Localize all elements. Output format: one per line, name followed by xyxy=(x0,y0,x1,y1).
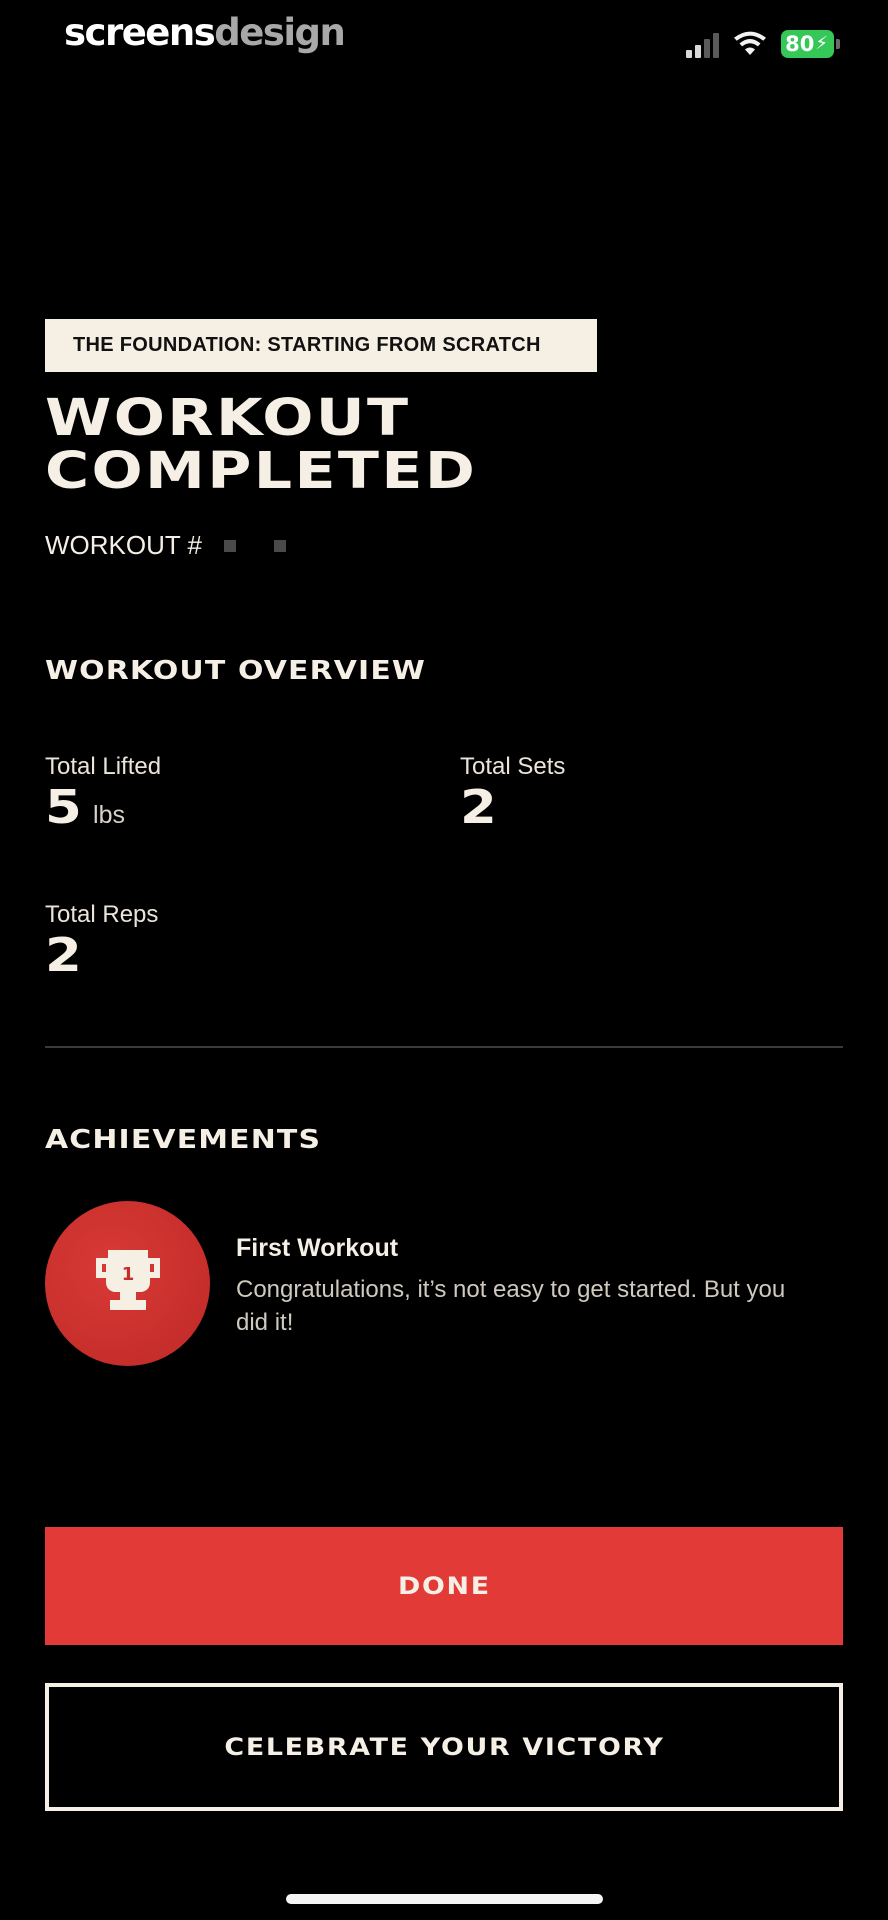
stat-label: Total Reps xyxy=(45,901,159,928)
badge-number: 1 xyxy=(121,1264,134,1285)
battery-level: 80 xyxy=(785,31,815,56)
stat-value: 2 xyxy=(45,928,82,982)
plan-tag: THE FOUNDATION: STARTING FROM SCRATCH xyxy=(45,319,597,372)
stat-total-sets: Total Sets 2 xyxy=(460,753,566,834)
achievement-item: 1 First Workout Congratulations, it’s no… xyxy=(45,1201,843,1366)
stat-total-lifted: Total Lifted 5 lbs xyxy=(45,753,161,837)
charging-bolt-icon: ⚡ xyxy=(815,33,828,54)
signal-icon xyxy=(686,30,720,58)
celebrate-victory-button[interactable]: CELEBRATE YOUR VICTORY xyxy=(45,1683,843,1811)
workout-number: WORKOUT # xyxy=(45,530,286,561)
brand-logo-part1: screens xyxy=(64,11,216,54)
achievement-description: Congratulations, it’s not easy to get st… xyxy=(236,1276,786,1336)
brand-logo-part2: design xyxy=(214,11,346,54)
done-button[interactable]: DONE xyxy=(45,1527,843,1645)
stat-unit: lbs xyxy=(93,801,125,829)
redacted-digit xyxy=(223,539,236,552)
wifi-icon xyxy=(734,31,767,55)
stat-value: 5 xyxy=(45,780,82,834)
achievements-title: ACHIEVEMENTS xyxy=(45,1125,322,1155)
achievement-badge: 1 xyxy=(45,1201,210,1366)
stat-label: Total Lifted xyxy=(45,753,162,780)
divider xyxy=(45,1046,843,1048)
redacted-digit xyxy=(273,539,286,552)
trophy-icon: 1 xyxy=(95,1249,160,1310)
done-button-label: DONE xyxy=(397,1572,491,1600)
workout-number-label: WORKOUT # xyxy=(45,530,202,560)
workout-overview-title: WORKOUT OVERVIEW xyxy=(45,656,427,686)
status-bar: 80 ⚡ xyxy=(686,30,840,58)
page-title-line1: WORKOUT xyxy=(45,389,411,448)
stat-total-reps: Total Reps 2 xyxy=(45,901,159,982)
page-title: WORKOUT COMPLETED xyxy=(45,392,477,498)
achievement-title: First Workout xyxy=(236,1234,399,1262)
brand-logo: screensdesign xyxy=(64,11,346,54)
home-indicator[interactable] xyxy=(286,1894,603,1904)
stat-value: 2 xyxy=(460,780,497,834)
page-title-line2: COMPLETED xyxy=(45,442,478,501)
stat-label: Total Sets xyxy=(460,753,566,780)
celebrate-button-label: CELEBRATE YOUR VICTORY xyxy=(223,1733,665,1761)
battery-icon: 80 ⚡ xyxy=(781,30,840,58)
